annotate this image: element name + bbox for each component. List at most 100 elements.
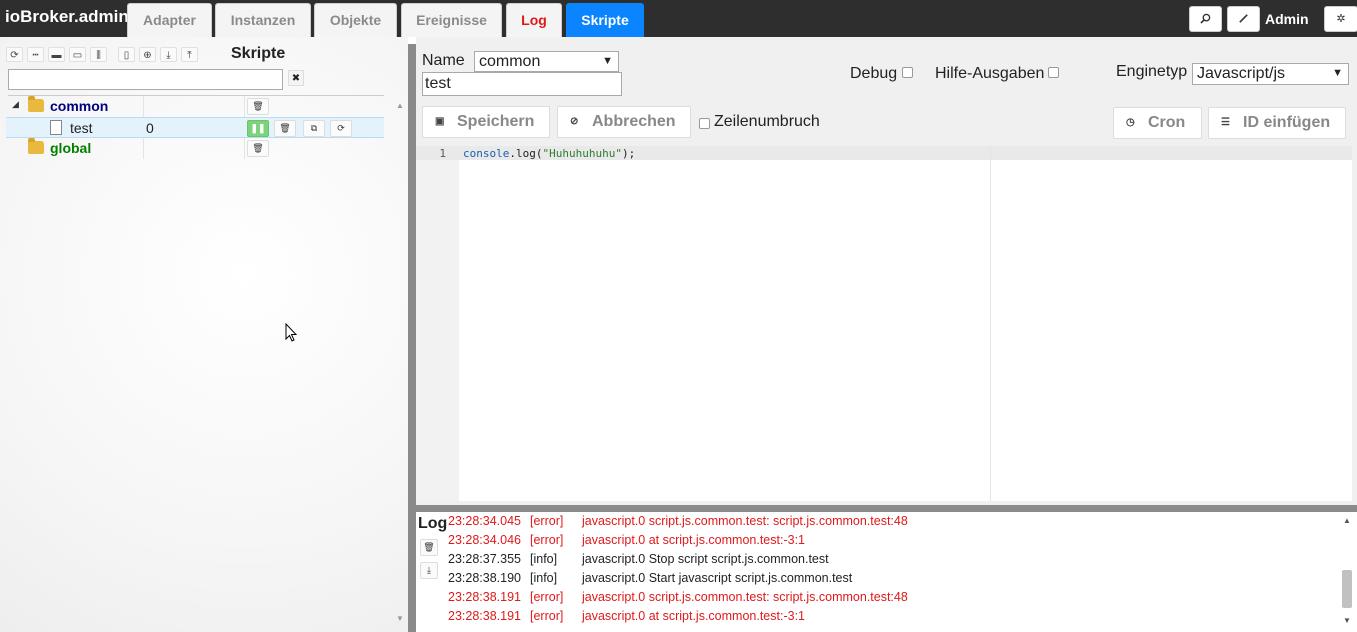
scrollbar-thumb[interactable]	[1342, 570, 1352, 608]
column-divider	[143, 96, 144, 117]
print-margin	[990, 146, 991, 501]
scroll-down-icon[interactable]: ▼	[1343, 616, 1351, 625]
code-editor[interactable]: 1 console.log("Huhuhuhuhu");	[416, 146, 1352, 501]
file-icon	[50, 120, 62, 135]
folder-icon	[28, 96, 44, 112]
code-line[interactable]: console.log("Huhuhuhuhu");	[463, 147, 635, 160]
list-icon: ☰	[1221, 117, 1230, 128]
enginetyp-select-value: Javascript/js	[1197, 65, 1286, 82]
code-string: "Huhuhuhuhu"	[542, 147, 622, 160]
debug-checkbox[interactable]	[902, 67, 913, 78]
log-time: 23:28:34.045	[448, 514, 521, 528]
column-divider	[143, 138, 144, 159]
delete-script-button[interactable]: 🗑	[274, 120, 296, 137]
log-level: [info]	[530, 552, 558, 566]
code-text: );	[621, 147, 636, 160]
vertical-splitter[interactable]	[408, 44, 416, 632]
scripts-sidebar: ⟳ ┅ ▬ ▭ ⫼ ▯ ⊕ ⤓ ⤒ Skripte ✖ ◢ common 🗑 t…	[0, 37, 408, 632]
tree-script-test[interactable]: test 0 ❚❚ 🗑 ⧉ ⟳	[6, 117, 384, 138]
cron-button-label: Cron	[1148, 114, 1186, 131]
scroll-up-icon[interactable]: ▲	[396, 101, 404, 110]
log-time: 23:28:38.190	[448, 571, 521, 585]
tab-adapter[interactable]: Adapter	[127, 3, 212, 37]
enginetyp-label: Enginetyp	[1116, 63, 1188, 80]
copy-script-button[interactable]: ⧉	[303, 120, 325, 137]
log-time: 23:28:37.355	[448, 552, 521, 566]
log-level: [error]	[530, 590, 564, 604]
code-keyword: console	[463, 147, 510, 160]
delete-folder-button[interactable]: 🗑	[247, 140, 269, 157]
refresh-icon: ⟳	[337, 123, 345, 133]
refresh-icon[interactable]: ⟳	[6, 47, 23, 62]
log-level: [error]	[530, 609, 564, 623]
log-time: 23:28:34.046	[448, 533, 521, 547]
scroll-down-icon[interactable]: ▼	[396, 614, 404, 623]
copy-icon: ⧉	[310, 123, 318, 133]
trash-icon: 🗑	[423, 542, 435, 552]
log-scrollbar[interactable]: ▲ ▼	[1339, 512, 1355, 632]
add-circle-icon[interactable]: ⊕	[139, 47, 156, 62]
columns-icon[interactable]: ⫼	[90, 47, 107, 62]
export-icon[interactable]: ⤒	[181, 47, 198, 62]
wrap-checkbox[interactable]	[699, 118, 710, 129]
tab-instanzen[interactable]: Instanzen	[215, 3, 311, 37]
folder-open-icon[interactable]: ▭	[69, 47, 86, 62]
log-panel: Log 🗑 ⤓ 23:28:34.045 [error] javascript.…	[416, 512, 1357, 632]
filter-input[interactable]	[8, 69, 283, 90]
clock-icon: ◷	[1126, 117, 1135, 128]
save-icon: ▣	[435, 116, 445, 127]
hilfe-checkbox[interactable]	[1048, 67, 1059, 78]
gear-icon: ✲	[1336, 13, 1346, 25]
log-message: javascript.0 at script.js.common.test:-3…	[582, 609, 805, 623]
settings-button[interactable]: ✲	[1324, 6, 1357, 32]
sidebar-scrollbar[interactable]: ▲ ▼	[393, 97, 407, 627]
insert-id-button[interactable]: ☰ ID einfügen	[1208, 107, 1346, 139]
download-icon: ⤓	[427, 565, 431, 575]
scroll-up-icon[interactable]: ▲	[1343, 516, 1351, 525]
restart-script-button[interactable]: ⟳	[330, 120, 352, 137]
enginetyp-select[interactable]: Javascript/js ▼	[1192, 63, 1349, 85]
script-name-input[interactable]: test	[422, 72, 622, 96]
collapse-icon[interactable]: ┅	[27, 47, 44, 62]
debug-label: Debug	[850, 65, 898, 82]
folder-label: global	[50, 140, 92, 156]
trash-icon: 🗑	[252, 101, 264, 111]
search-icon	[1200, 13, 1211, 24]
cancel-icon: ⊘	[570, 116, 579, 127]
cancel-button-label: Abbrechen	[592, 113, 676, 130]
delete-folder-button[interactable]: 🗑	[247, 98, 269, 115]
cancel-button[interactable]: ⊘ Abbrechen	[557, 106, 691, 138]
pencil-icon	[1239, 14, 1248, 23]
clear-filter-button[interactable]: ✖	[288, 70, 304, 86]
mouse-cursor-icon	[285, 323, 298, 342]
close-icon: ✖	[291, 73, 301, 84]
pause-button[interactable]: ❚❚	[247, 120, 269, 137]
name-label: Name	[422, 52, 465, 69]
tab-log[interactable]: Log	[506, 3, 562, 37]
tab-objekte[interactable]: Objekte	[314, 3, 397, 37]
insert-id-button-label: ID einfügen	[1243, 114, 1331, 131]
edit-button[interactable]	[1227, 6, 1260, 32]
folder-closed-icon[interactable]: ▬	[48, 47, 65, 62]
import-icon[interactable]: ⤓	[160, 47, 177, 62]
column-divider	[244, 138, 245, 159]
log-time: 23:28:38.191	[448, 590, 521, 604]
cron-button[interactable]: ◷ Cron	[1113, 107, 1202, 139]
script-value: 0	[146, 120, 154, 136]
tree-folder-global[interactable]: global 🗑	[6, 138, 384, 159]
hilfe-label: Hilfe-Ausgaben	[935, 65, 1045, 82]
tab-ereignisse[interactable]: Ereignisse	[401, 3, 502, 37]
tab-skripte[interactable]: Skripte	[566, 3, 644, 37]
download-log-button[interactable]: ⤓	[420, 562, 438, 579]
group-select[interactable]: common ▼	[474, 51, 619, 72]
search-button[interactable]	[1189, 6, 1222, 32]
group-select-value: common	[479, 53, 541, 70]
save-button[interactable]: ▣ Speichern	[422, 106, 550, 138]
new-file-icon[interactable]: ▯	[118, 47, 135, 62]
clear-log-button[interactable]: 🗑	[420, 539, 438, 556]
user-label: Admin	[1265, 11, 1309, 27]
expand-triangle-icon[interactable]: ◢	[12, 99, 19, 110]
log-level: [error]	[530, 514, 564, 528]
horizontal-splitter[interactable]	[416, 505, 1357, 512]
tree-folder-common[interactable]: ◢ common 🗑	[6, 96, 384, 117]
